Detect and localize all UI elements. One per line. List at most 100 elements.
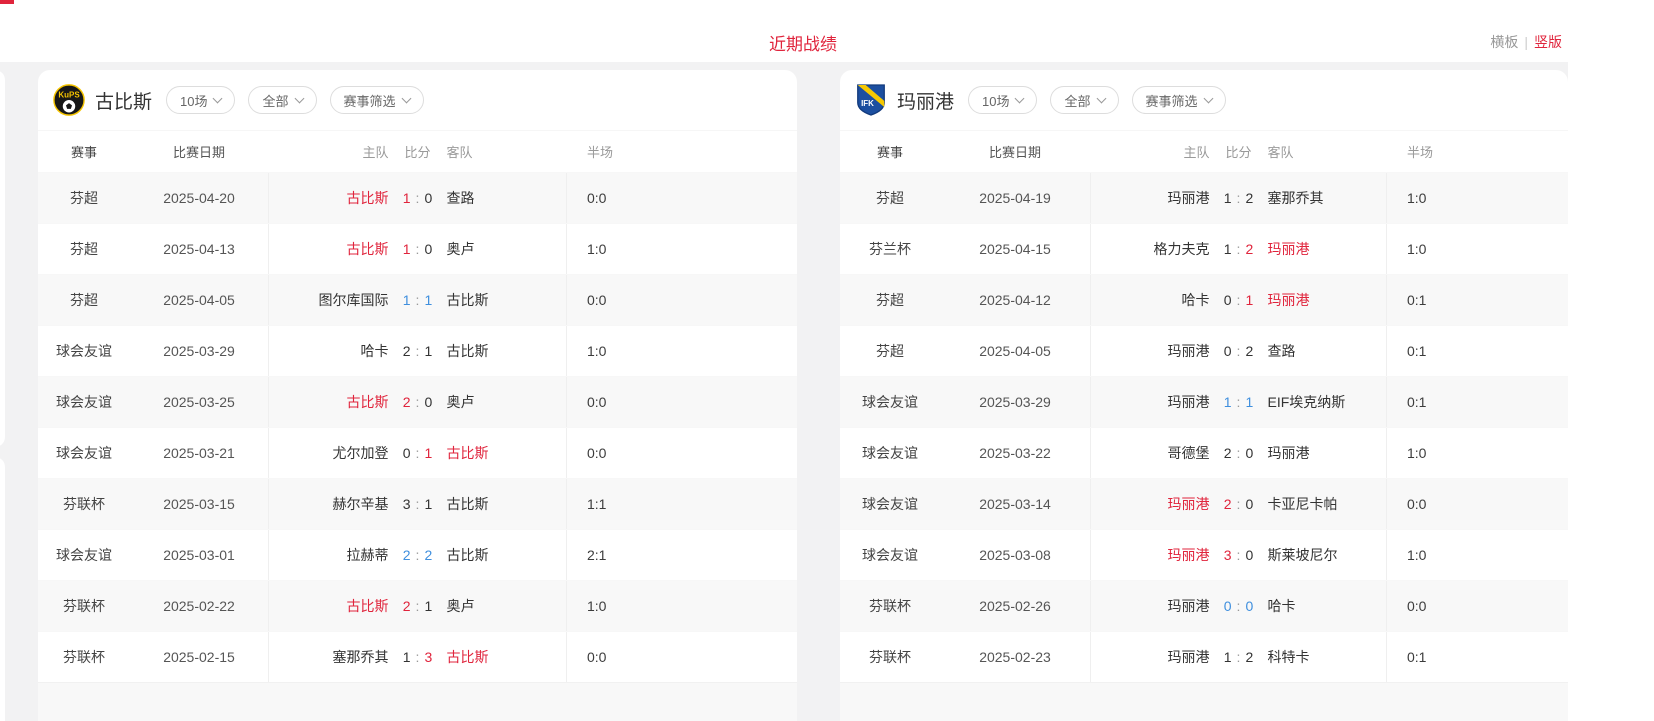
toggle-vertical-layout[interactable]: 竖版 [1534,34,1562,50]
table-header: 赛事 比赛日期 主队 比分 客队 半场 [38,130,797,172]
column-date: 比赛日期 [130,142,268,161]
full-time-score: 2:1 [389,598,447,614]
match-cell: 玛丽港 1:2 科特卡 [1090,632,1387,682]
match-date: 2025-04-12 [940,292,1090,308]
home-team-name[interactable]: 哈卡 [269,341,389,361]
away-team-name[interactable]: 奥卢 [447,596,567,616]
away-team-name[interactable]: 玛丽港 [1268,239,1387,259]
home-team-name[interactable]: 塞那乔其 [269,647,389,667]
home-team-name[interactable]: 古比斯 [269,188,389,208]
away-team-name[interactable]: 卡亚尼卡帕 [1268,494,1387,514]
match-row[interactable]: 芬联杯 2025-02-26 玛丽港 0:0 哈卡 0:0 [840,580,1568,631]
match-row[interactable]: 球会友谊 2025-03-08 玛丽港 3:0 斯莱坡尼尔 1:0 [840,529,1568,580]
match-count-filter[interactable]: 10场 [968,86,1037,114]
partial-next-row [840,682,1568,721]
venue-filter[interactable]: 全部 [1050,86,1118,114]
away-team-name[interactable]: EIF埃克纳斯 [1268,392,1387,412]
home-team-name[interactable]: 古比斯 [269,596,389,616]
halftime-score: 0:0 [567,394,797,410]
away-team-name[interactable]: 斯莱坡尼尔 [1268,545,1387,565]
match-row[interactable]: 球会友谊 2025-03-25 古比斯 2:0 奥卢 0:0 [38,376,797,427]
halftime-score: 0:0 [567,190,797,206]
competition-filter[interactable]: 赛事筛选 [330,86,424,114]
home-team-name[interactable]: 玛丽港 [1091,188,1210,208]
home-team-name[interactable]: 玛丽港 [1091,392,1210,412]
match-date: 2025-04-19 [940,190,1090,206]
away-team-name[interactable]: 古比斯 [447,443,567,463]
match-cell: 玛丽港 2:0 卡亚尼卡帕 [1090,479,1387,529]
match-row[interactable]: 芬超 2025-04-05 玛丽港 0:2 查路 0:1 [840,325,1568,376]
match-row[interactable]: 球会友谊 2025-03-14 玛丽港 2:0 卡亚尼卡帕 0:0 [840,478,1568,529]
home-team-name[interactable]: 古比斯 [269,392,389,412]
away-team-name[interactable]: 塞那乔其 [1268,188,1387,208]
full-time-score: 0:0 [1210,598,1268,614]
away-team-name[interactable]: 查路 [1268,341,1387,361]
away-team-name[interactable]: 奥卢 [447,239,567,259]
home-team-name[interactable]: 哈卡 [1091,290,1210,310]
match-row[interactable]: 芬超 2025-04-20 古比斯 1:0 查路 0:0 [38,172,797,223]
home-score: 3 [403,496,411,512]
match-cell: 古比斯 2:0 奥卢 [268,377,567,427]
away-team-name[interactable]: 古比斯 [447,290,567,310]
match-row[interactable]: 芬联杯 2025-02-22 古比斯 2:1 奥卢 1:0 [38,580,797,631]
chevron-down-icon [294,93,304,103]
match-row[interactable]: 球会友谊 2025-03-29 玛丽港 1:1 EIF埃克纳斯 0:1 [840,376,1568,427]
home-score: 3 [1224,547,1232,563]
column-score: 比分 [389,142,447,161]
match-row[interactable]: 芬超 2025-04-13 古比斯 1:0 奥卢 1:0 [38,223,797,274]
home-team-name[interactable]: 赫尔辛基 [269,494,389,514]
match-row[interactable]: 球会友谊 2025-03-22 哥德堡 2:0 玛丽港 1:0 [840,427,1568,478]
team-header-bar: IFK 玛丽港 10场 全部 赛事筛选 [840,70,1568,130]
competition-label: 球会友谊 [840,545,940,565]
column-away: 客队 [1268,142,1387,161]
team-name: 玛丽港 [897,87,954,114]
match-row[interactable]: 芬联杯 2025-02-15 塞那乔其 1:3 古比斯 0:0 [38,631,797,682]
match-row[interactable]: 芬联杯 2025-02-23 玛丽港 1:2 科特卡 0:1 [840,631,1568,682]
away-team-name[interactable]: 古比斯 [447,647,567,667]
match-row[interactable]: 芬兰杯 2025-04-15 格力夫克 1:2 玛丽港 1:0 [840,223,1568,274]
home-team-name[interactable]: 玛丽港 [1091,341,1210,361]
away-team-name[interactable]: 科特卡 [1268,647,1387,667]
match-cell: 格力夫克 1:2 玛丽港 [1090,224,1387,274]
match-row[interactable]: 球会友谊 2025-03-29 哈卡 2:1 古比斯 1:0 [38,325,797,376]
away-score: 1 [424,343,432,359]
competition-filter[interactable]: 赛事筛选 [1132,86,1226,114]
away-team-name[interactable]: 玛丽港 [1268,290,1387,310]
away-team-name[interactable]: 查路 [447,188,567,208]
away-team-name[interactable]: 古比斯 [447,494,567,514]
match-count-filter[interactable]: 10场 [166,86,235,114]
home-team-name[interactable]: 玛丽港 [1091,545,1210,565]
home-team-name[interactable]: 玛丽港 [1091,494,1210,514]
match-cell: 古比斯 1:0 奥卢 [268,224,567,274]
match-row[interactable]: 芬超 2025-04-12 哈卡 0:1 玛丽港 0:1 [840,274,1568,325]
chevron-down-icon [213,93,223,103]
home-score: 0 [403,445,411,461]
match-row[interactable]: 芬联杯 2025-03-15 赫尔辛基 3:1 古比斯 1:1 [38,478,797,529]
score-colon: : [1237,649,1241,665]
match-date: 2025-04-05 [130,292,268,308]
away-team-name[interactable]: 古比斯 [447,545,567,565]
home-team-name[interactable]: 图尔库国际 [269,290,389,310]
home-team-name[interactable]: 格力夫克 [1091,239,1210,259]
home-team-name[interactable]: 拉赫蒂 [269,545,389,565]
match-date: 2025-02-15 [130,649,268,665]
away-team-name[interactable]: 玛丽港 [1268,443,1387,463]
venue-filter[interactable]: 全部 [248,86,316,114]
home-team-name[interactable]: 古比斯 [269,239,389,259]
away-team-name[interactable]: 奥卢 [447,392,567,412]
away-team-name[interactable]: 哈卡 [1268,596,1387,616]
home-team-name[interactable]: 尤尔加登 [269,443,389,463]
toggle-horizontal-layout[interactable]: 横板 [1490,34,1518,50]
competition-label: 芬超 [840,341,940,361]
home-team-name[interactable]: 玛丽港 [1091,647,1210,667]
match-row[interactable]: 球会友谊 2025-03-01 拉赫蒂 2:2 古比斯 2:1 [38,529,797,580]
match-date: 2025-02-26 [940,598,1090,614]
match-row[interactable]: 芬超 2025-04-05 图尔库国际 1:1 古比斯 0:0 [38,274,797,325]
away-team-name[interactable]: 古比斯 [447,341,567,361]
away-score: 0 [424,190,432,206]
match-row[interactable]: 芬超 2025-04-19 玛丽港 1:2 塞那乔其 1:0 [840,172,1568,223]
home-team-name[interactable]: 哥德堡 [1091,443,1210,463]
match-row[interactable]: 球会友谊 2025-03-21 尤尔加登 0:1 古比斯 0:0 [38,427,797,478]
competition-label: 球会友谊 [840,392,940,412]
home-team-name[interactable]: 玛丽港 [1091,596,1210,616]
